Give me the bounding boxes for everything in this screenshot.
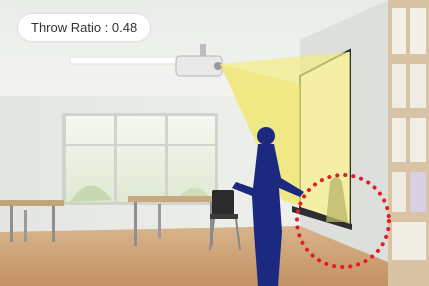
throw-ratio-badge: Throw Ratio : 0.48: [18, 14, 151, 41]
pinboard-panel: [388, 0, 429, 286]
classroom-scene: [0, 0, 429, 286]
illustration-frame: Throw Ratio : 0.48: [0, 0, 429, 286]
ceiling-light: [69, 56, 181, 65]
throw-ratio-label: Throw Ratio : 0.48: [31, 20, 138, 35]
back-window: [62, 113, 218, 205]
